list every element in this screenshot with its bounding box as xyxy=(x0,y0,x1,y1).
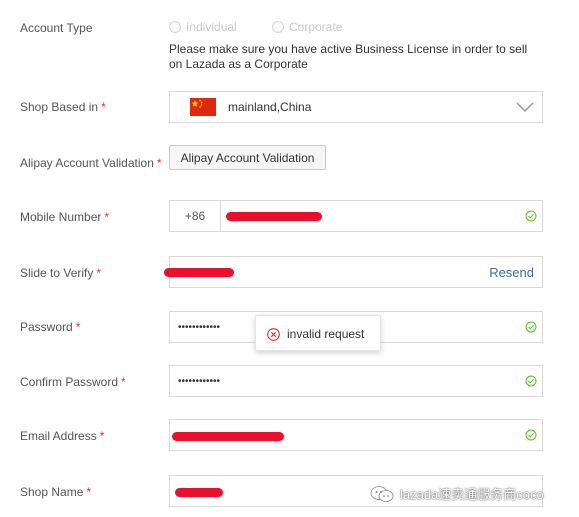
email-field[interactable] xyxy=(169,419,543,451)
mobile-field[interactable]: +86 xyxy=(169,200,543,232)
confirm-password-value: •••••••••••• xyxy=(178,376,221,387)
shop-based-label: Shop Based in * xyxy=(20,100,106,114)
required-mark: * xyxy=(156,156,162,170)
confirm-password-field[interactable]: •••••••••••• xyxy=(169,365,543,397)
check-circle-icon xyxy=(525,429,537,441)
radio-circle-icon xyxy=(169,21,181,33)
label-text: Password xyxy=(20,320,73,334)
required-mark: * xyxy=(86,485,92,499)
radio-individual-label: Individual xyxy=(186,20,237,34)
china-flag-icon xyxy=(190,98,216,116)
shop-based-select[interactable]: mainland,China xyxy=(169,91,543,123)
label-text: Alipay Account Validation xyxy=(20,156,154,170)
verify-code-field[interactable]: Resend xyxy=(164,256,543,288)
password-value: •••••••••••• xyxy=(178,322,221,333)
error-circle-icon xyxy=(267,328,280,341)
error-toast: invalid request xyxy=(255,315,381,351)
resend-link[interactable]: Resend xyxy=(489,265,534,280)
check-circle-icon xyxy=(525,375,537,387)
email-label: Email Address * xyxy=(20,429,104,443)
corporate-note: Please make sure you have active Busines… xyxy=(169,42,528,71)
label-text: Mobile Number xyxy=(20,210,102,224)
label-text: Confirm Password xyxy=(20,375,119,389)
label-text: Slide to Verify xyxy=(20,266,94,280)
alipay-validation-button[interactable]: Alipay Account Validation xyxy=(169,145,326,170)
toast-message: invalid request xyxy=(287,327,365,341)
label-text: Email Address xyxy=(20,429,97,443)
wechat-icon xyxy=(370,485,394,502)
radio-corporate[interactable]: Corporate xyxy=(272,20,342,34)
shop-based-value: mainland,China xyxy=(228,100,312,114)
label-text: Shop Based in xyxy=(20,100,99,114)
watermark-text: lazada速卖通服务商coco xyxy=(400,487,544,502)
password-label: Password * xyxy=(20,320,80,334)
chevron-down-icon xyxy=(516,102,534,113)
required-mark: * xyxy=(99,429,105,443)
required-mark: * xyxy=(75,320,81,334)
shop-name-label: Shop Name * xyxy=(20,485,91,499)
check-circle-icon xyxy=(525,321,537,333)
slide-verify-label: Slide to Verify * xyxy=(20,266,101,280)
required-mark: * xyxy=(96,266,102,280)
check-circle-icon xyxy=(525,210,537,222)
watermark: lazada速卖通服务商coco xyxy=(370,484,544,503)
required-mark: * xyxy=(104,210,110,224)
mobile-label: Mobile Number * xyxy=(20,210,109,224)
redaction-mark xyxy=(172,432,284,441)
redaction-mark xyxy=(226,212,322,221)
country-code-prefix[interactable]: +86 xyxy=(170,201,221,231)
alipay-label: Alipay Account Validation * xyxy=(20,156,162,170)
label-text: Shop Name xyxy=(20,485,84,499)
required-mark: * xyxy=(121,375,126,389)
radio-individual[interactable]: Individual xyxy=(169,20,237,34)
redaction-mark xyxy=(164,268,234,277)
confirm-password-label: Confirm Password * xyxy=(20,375,126,389)
radio-circle-icon xyxy=(272,21,284,33)
account-type-label: Account Type xyxy=(20,21,93,35)
redaction-mark xyxy=(175,488,223,497)
required-mark: * xyxy=(101,100,106,114)
radio-corporate-label: Corporate xyxy=(289,20,343,34)
